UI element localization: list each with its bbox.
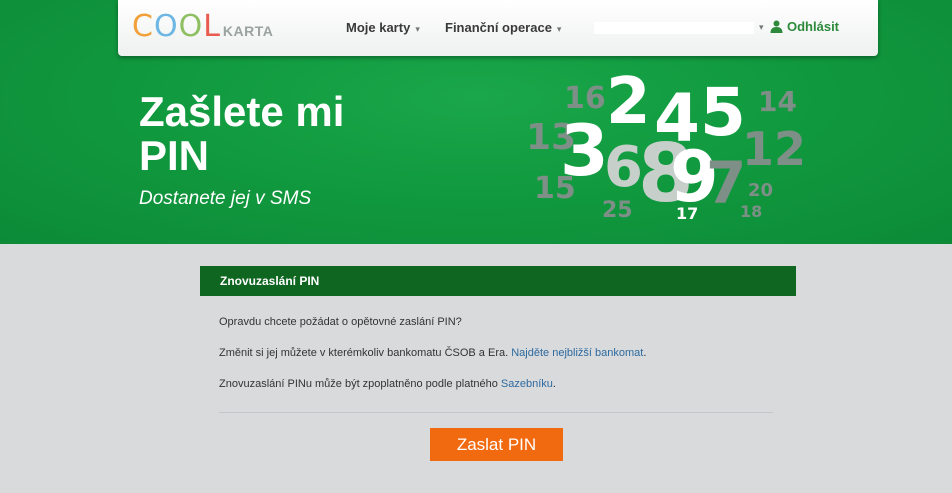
illustration-digit: 17 [676, 204, 699, 223]
user-name-redacted[interactable] [594, 22, 754, 34]
find-atm-link[interactable]: Najděte nejbližší bankomat [511, 347, 643, 359]
fee-schedule-link[interactable]: Sazebníku [501, 378, 553, 390]
fee-info: Znovuzaslání PINu může být zpoplatněno p… [219, 378, 556, 390]
page-title: Zašlete mi PIN [139, 88, 345, 179]
change-pin-info: Změnit si jej můžete v kterémkoliv banko… [219, 347, 647, 359]
nav-label: Moje karty [346, 20, 411, 35]
chevron-down-icon: ▾ [556, 24, 562, 34]
nav-label: Finanční operace [445, 20, 552, 35]
nav-moje-karty[interactable]: Moje karty ▾ [346, 20, 420, 35]
chevron-down-icon: ▾ [415, 24, 420, 34]
user-icon [770, 20, 783, 33]
send-pin-button[interactable]: Zaslat PIN [430, 428, 563, 461]
logout-label: Odhlásit [787, 19, 840, 34]
illustration-digit: 14 [758, 85, 797, 118]
confirm-question: Opravdu chcete požádat o opětovné zaslán… [219, 316, 462, 328]
logo-subtext: KARTA [222, 23, 274, 39]
illustration-digit: 25 [602, 198, 633, 223]
logo[interactable]: COOL KARTA [132, 9, 274, 44]
illustration-digit: 20 [748, 180, 774, 201]
illustration-digit: 2 [606, 65, 651, 139]
numbers-illustration: 16 2 4 5 14 13 3 6 12 15 8 9 7 20 25 17 … [520, 70, 820, 240]
page-subtitle: Dostanete jej v SMS [139, 188, 312, 209]
chevron-down-icon[interactable]: ▾ [759, 22, 764, 33]
illustration-digit: 18 [740, 202, 763, 221]
illustration-digit: 15 [534, 171, 576, 206]
divider [219, 412, 773, 413]
nav-financni-operace[interactable]: Finanční operace ▾ [445, 20, 561, 35]
top-navigation-bar: COOL KARTA Moje karty ▾ Finanční operace ▾… [118, 0, 878, 56]
panel-title: Znovuzaslání PIN [200, 266, 796, 296]
logo-wordmark: COOL [132, 9, 221, 44]
illustration-digit: 12 [742, 122, 807, 176]
logout-button[interactable]: Odhlásit [770, 19, 839, 34]
